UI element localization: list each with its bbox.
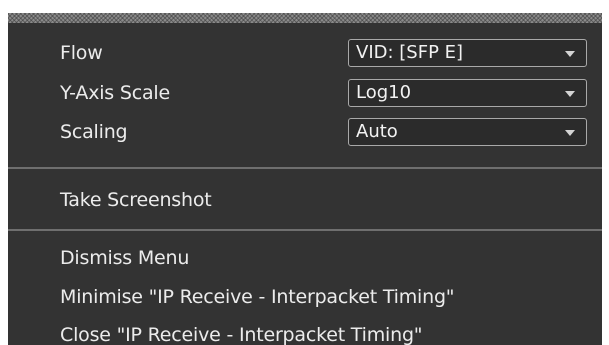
menu-divider xyxy=(8,167,602,169)
y-axis-scale-row: Y-Axis Scale Log10 xyxy=(8,77,602,109)
y-axis-scale-dropdown-value: Log10 xyxy=(356,82,412,103)
minimise-window-item[interactable]: Minimise "IP Receive - Interpacket Timin… xyxy=(60,282,455,312)
chevron-down-icon xyxy=(565,130,575,136)
close-window-item[interactable]: Close "IP Receive - Interpacket Timing" xyxy=(60,320,423,345)
y-axis-scale-dropdown[interactable]: Log10 xyxy=(348,79,587,107)
menu-divider xyxy=(8,229,602,231)
flow-label: Flow xyxy=(60,42,103,64)
context-menu: Flow VID: [SFP E] Y-Axis Scale Log10 Sca… xyxy=(8,13,602,345)
dismiss-menu-item[interactable]: Dismiss Menu xyxy=(60,243,189,273)
chevron-down-icon xyxy=(565,91,575,97)
scaling-dropdown-value: Auto xyxy=(356,121,398,142)
chevron-down-icon xyxy=(565,51,575,57)
scaling-label: Scaling xyxy=(60,121,128,143)
flow-dropdown-value: VID: [SFP E] xyxy=(356,42,464,63)
take-screenshot-item[interactable]: Take Screenshot xyxy=(60,185,212,215)
scaling-row: Scaling Auto xyxy=(8,116,602,148)
flow-dropdown[interactable]: VID: [SFP E] xyxy=(348,39,587,67)
menu-drag-handle[interactable] xyxy=(8,13,602,23)
scaling-dropdown[interactable]: Auto xyxy=(348,118,587,146)
y-axis-scale-label: Y-Axis Scale xyxy=(60,82,170,104)
flow-row: Flow VID: [SFP E] xyxy=(8,37,602,69)
